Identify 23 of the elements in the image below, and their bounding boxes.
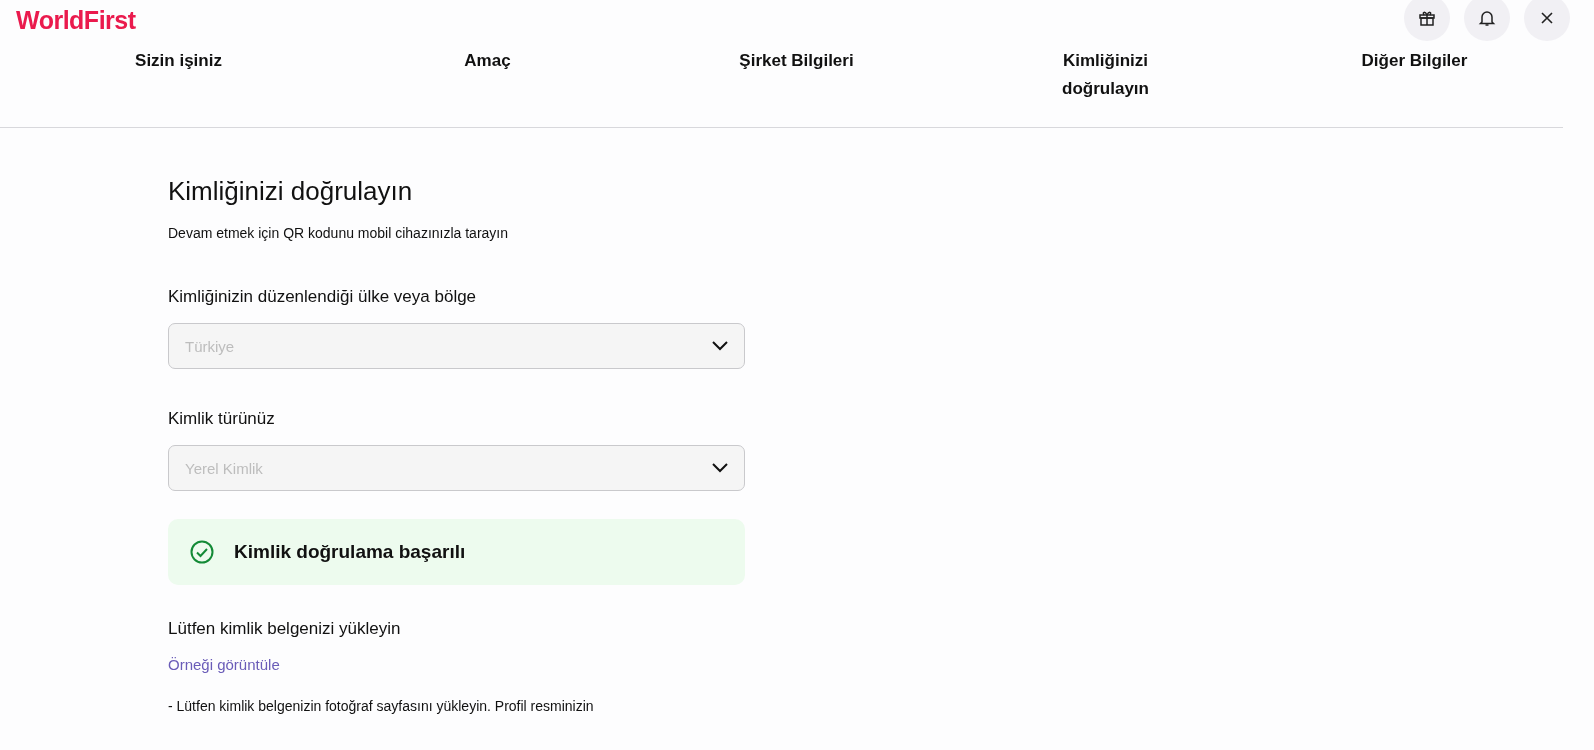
close-button[interactable]	[1524, 0, 1570, 41]
step-label: Sizin işiniz	[135, 50, 222, 72]
step-label: Amaç	[464, 50, 511, 72]
worldfirst-logo: WorldFirst	[16, 6, 136, 35]
step-label: Diğer Bilgiler	[1361, 50, 1468, 72]
chevron-down-icon	[712, 463, 728, 473]
upload-instructions: - Lütfen kimlik belgenizin fotoğraf sayfasını yükleyin. Profil resminizin	[168, 698, 595, 714]
check-circle-icon	[190, 540, 214, 564]
gift-icon	[1418, 9, 1436, 27]
close-icon	[1540, 11, 1554, 25]
upload-heading: Lütfen kimlik belgenizi yükleyin	[168, 619, 402, 639]
step-label: Kimliğinizi doğrulayın	[1061, 50, 1150, 100]
page-title: Kimliğinizi doğrulayın	[168, 176, 414, 207]
gift-button[interactable]	[1404, 0, 1450, 41]
bell-icon	[1478, 9, 1496, 27]
field-label: Kimlik türünüz	[168, 409, 276, 429]
step-label: Şirket Bilgileri	[739, 50, 854, 72]
chevron-down-icon	[712, 341, 728, 351]
view-example-link[interactable]: Örneği görüntüle	[168, 656, 280, 673]
field-label: Kimliğinizin düzenlendiği ülke veya bölge	[168, 287, 478, 307]
notifications-button[interactable]	[1464, 0, 1510, 41]
status-message: Kimlik doğrulama başarılı	[234, 541, 466, 563]
page-subtitle: Devam etmek için QR kodunu mobil cihazınızla tarayın	[168, 225, 510, 241]
